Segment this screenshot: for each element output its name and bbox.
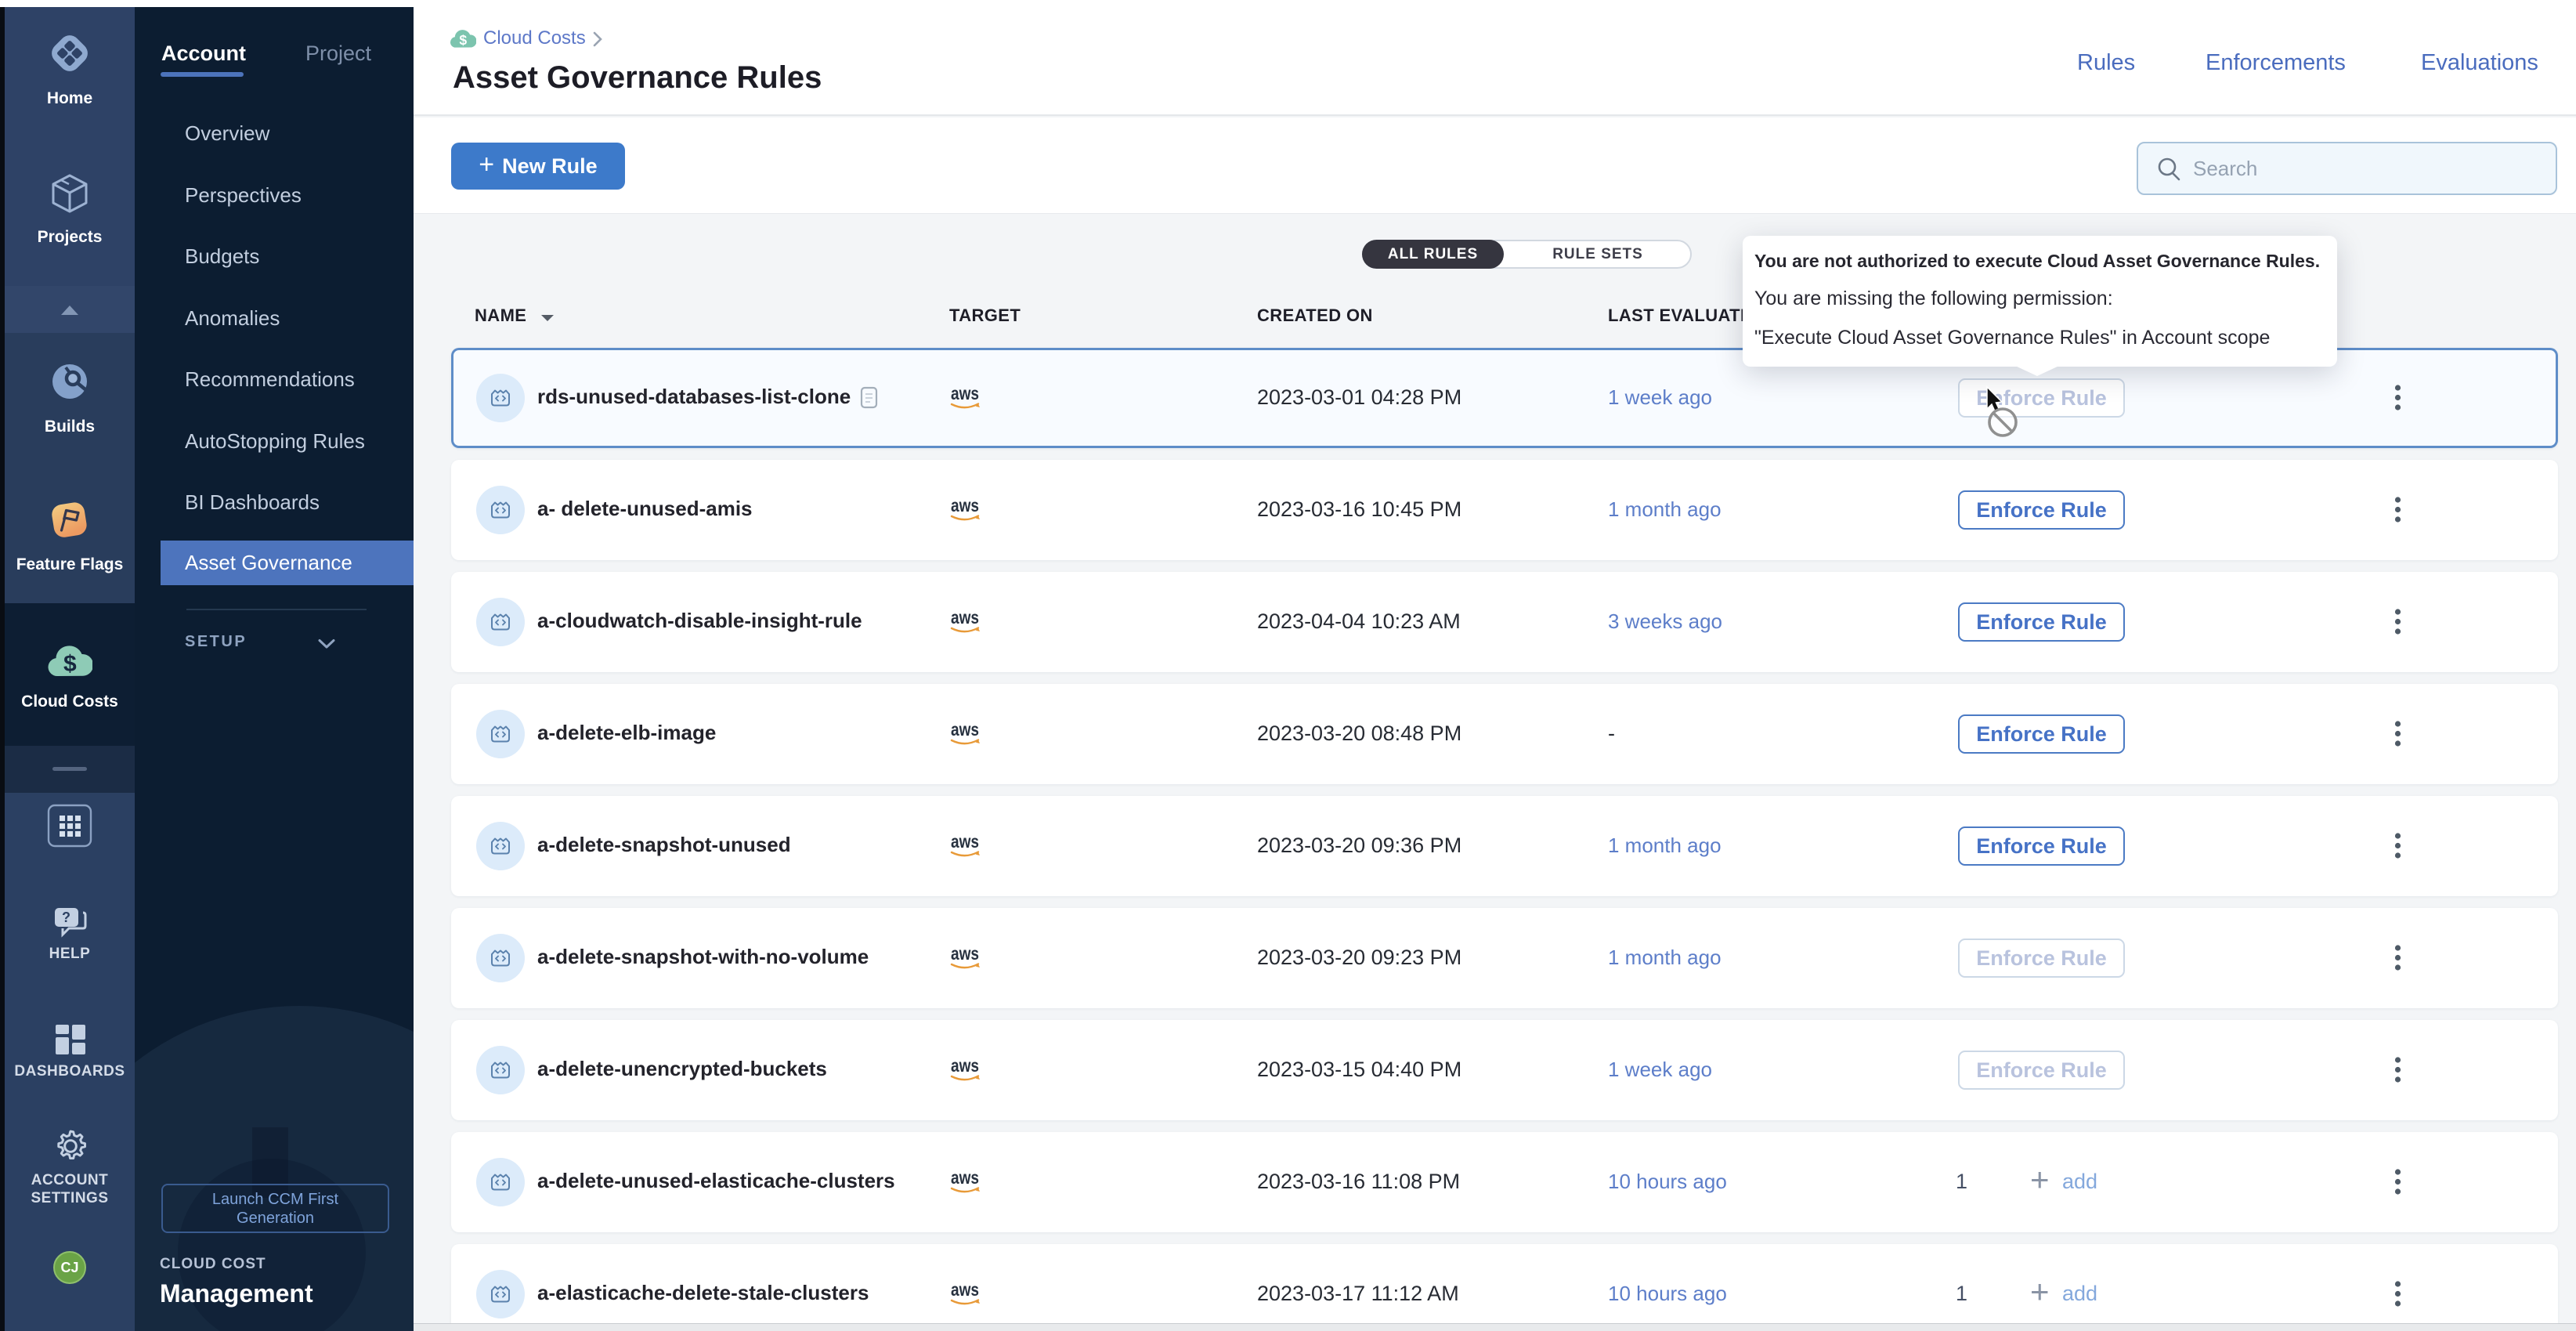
svg-text:aws: aws [951,946,979,964]
svg-text:aws: aws [951,834,979,852]
svg-text:?: ? [62,910,70,925]
svg-text:aws: aws [951,609,979,628]
svg-text:aws: aws [951,722,979,740]
svg-text:aws: aws [951,1282,979,1300]
svg-text:$: $ [459,32,467,48]
svg-text:aws: aws [951,385,979,403]
svg-text:$: $ [63,651,77,677]
svg-text:aws: aws [951,497,979,515]
svg-text:aws: aws [951,1170,979,1188]
svg-text:aws: aws [951,1058,979,1076]
